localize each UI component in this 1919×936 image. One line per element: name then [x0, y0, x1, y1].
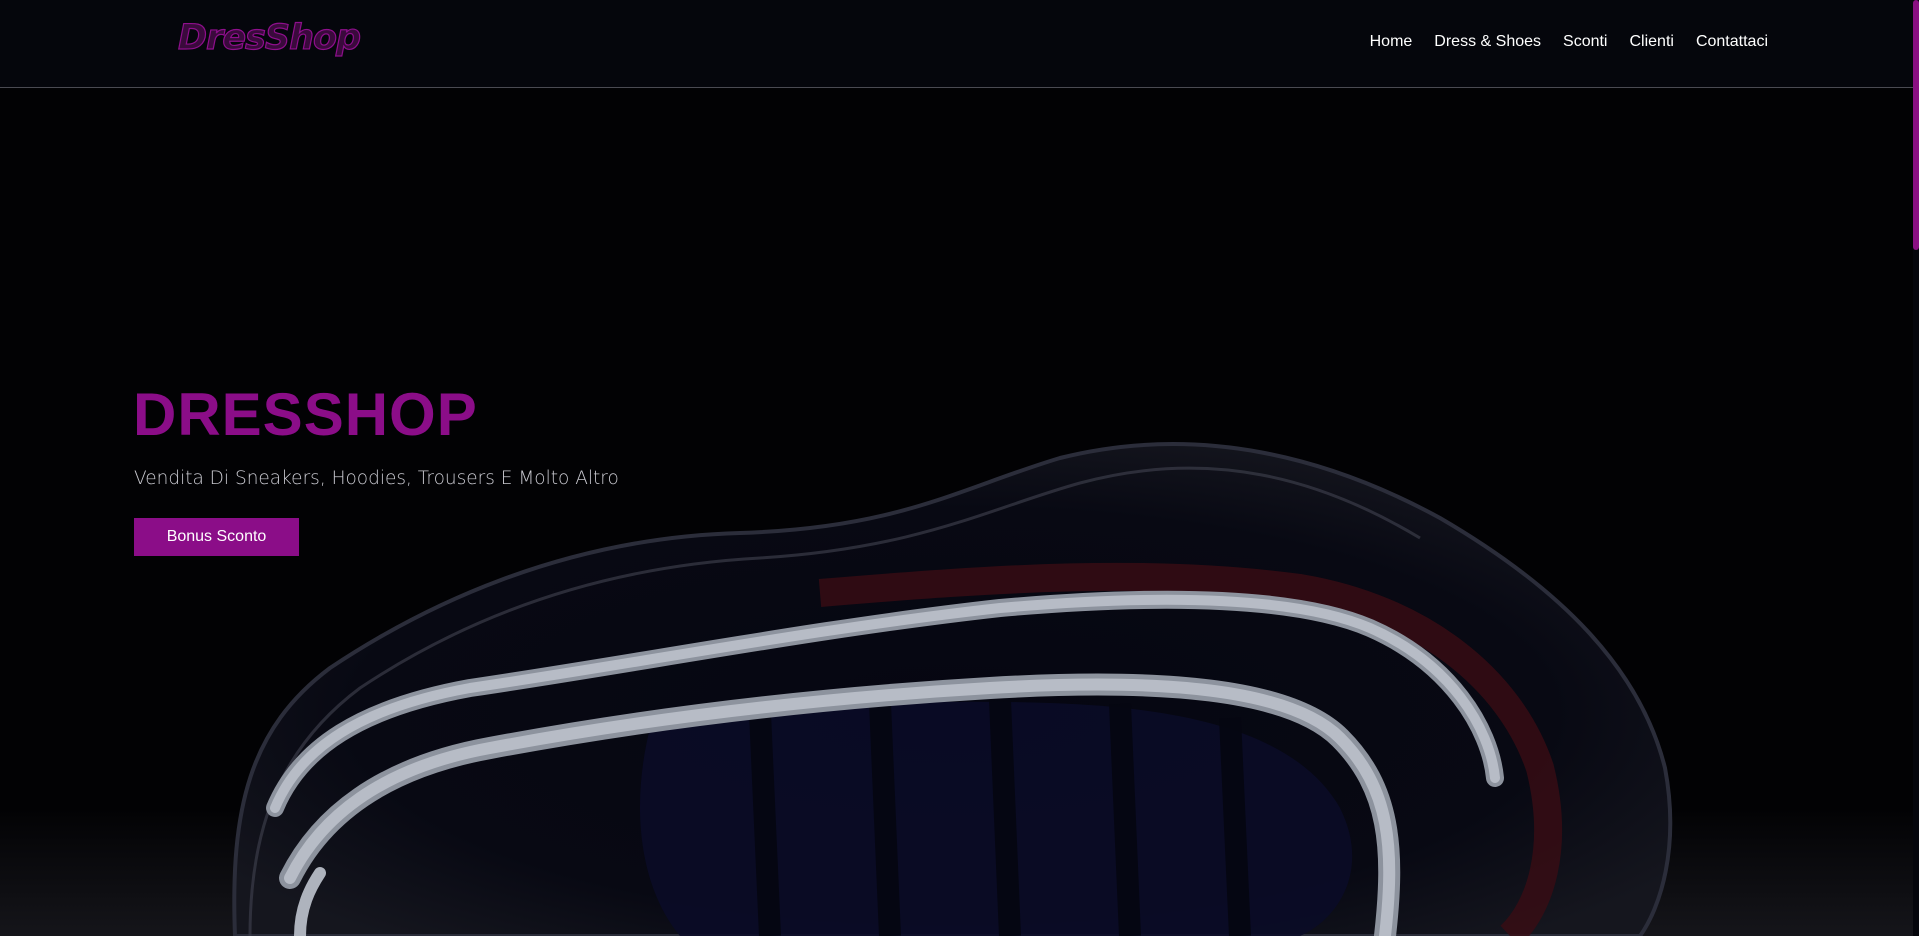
nav-contattaci[interactable]: Contattaci [1696, 33, 1768, 51]
nav-clienti[interactable]: Clienti [1629, 33, 1673, 51]
brand-logo[interactable]: DresShop [177, 17, 361, 58]
nav-home[interactable]: Home [1370, 33, 1413, 51]
page-scrollbar[interactable] [1913, 0, 1919, 936]
scrollbar-thumb[interactable] [1913, 0, 1919, 250]
main-nav: Home Dress & Shoes Sconti Clienti Contat… [1370, 33, 1768, 51]
hero-title: DRESSHOP [133, 381, 478, 448]
bonus-sconto-button[interactable]: Bonus Sconto [134, 518, 299, 556]
nav-dress-shoes[interactable]: Dress & Shoes [1434, 33, 1541, 51]
hero-sneaker-image [0, 442, 1913, 936]
navbar: DresShop Home Dress & Shoes Sconti Clien… [0, 0, 1913, 88]
hero-subtitle: Vendita Di Sneakers, Hoodies, Trousers E… [134, 468, 619, 489]
nav-sconti[interactable]: Sconti [1563, 33, 1607, 51]
